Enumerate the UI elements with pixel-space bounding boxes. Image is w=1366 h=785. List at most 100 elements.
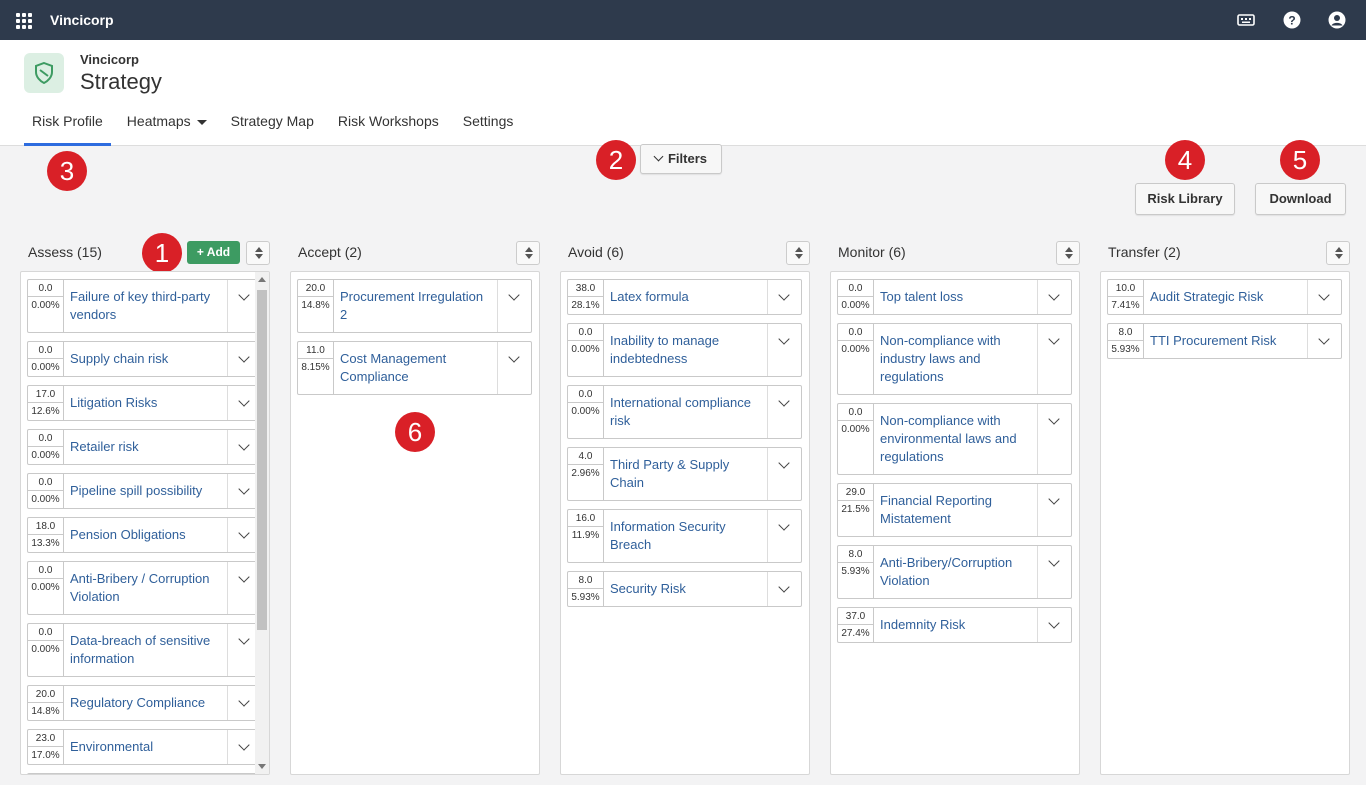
risk-name-link[interactable]: Anti-Bribery / Corruption Violation (64, 562, 228, 614)
risk-name-link[interactable]: Environmental (64, 730, 228, 764)
risk-name-link[interactable]: Pipeline spill possibility (64, 474, 228, 508)
risk-name-link[interactable]: Inability to manage indebtedness (604, 324, 768, 376)
risk-card[interactable]: 0.0 0.00% Non-compliance with environmenta… (837, 403, 1072, 475)
keyboard-icon[interactable] (1237, 11, 1255, 29)
tab-risk-profile[interactable]: Risk Profile (24, 106, 111, 146)
tab-strategy-map[interactable]: Strategy Map (223, 106, 322, 146)
apps-grid-icon[interactable] (16, 13, 32, 29)
sort-icon[interactable] (246, 241, 270, 265)
risk-name-link[interactable]: Retailer risk (64, 430, 228, 464)
risk-card[interactable]: 0.0 0.00% Supply chain risk (27, 341, 262, 377)
chevron-down-icon[interactable] (498, 280, 531, 332)
risk-card[interactable]: 0.0 0.00% Data-breach of sensitive informa… (27, 623, 262, 677)
risk-name-link[interactable]: Top talent loss (874, 280, 1038, 314)
chevron-down-icon[interactable] (768, 572, 801, 606)
risk-score: 20.0 14.8% (298, 280, 334, 332)
chevron-down-icon[interactable] (1038, 404, 1071, 474)
chevron-down-icon[interactable] (1038, 608, 1071, 642)
risk-name-link[interactable]: Regulatory Compliance (64, 686, 228, 720)
risk-card[interactable]: 10.0 7.41% Audit Strategic Risk (1107, 279, 1342, 315)
help-icon[interactable]: ? (1283, 11, 1301, 29)
tab-heatmaps[interactable]: Heatmaps (119, 106, 215, 146)
risk-card[interactable]: 38.0 28.1% Latex formula (567, 279, 802, 315)
chevron-down-icon[interactable] (768, 448, 801, 500)
risk-card[interactable]: 0.0 0.00% Top talent loss (837, 279, 1072, 315)
page-title: Strategy (80, 69, 162, 94)
risk-name-link[interactable]: Non-compliance with environmental laws a… (874, 404, 1038, 474)
risk-name-link[interactable]: Anti-Bribery/Corruption Violation (874, 546, 1038, 598)
scroll-up-icon[interactable] (258, 277, 266, 282)
chevron-down-icon[interactable] (1038, 484, 1071, 536)
chevron-down-icon[interactable] (1038, 324, 1071, 394)
sort-icon[interactable] (1326, 241, 1350, 265)
risk-card[interactable]: 8.0 5.93% Anti-Bribery/Corruption Violatio… (837, 545, 1072, 599)
risk-score: 17.0 12.6% (28, 386, 64, 420)
risk-card[interactable]: 21.0Legal Compliance (27, 773, 262, 775)
svg-text:?: ? (1288, 14, 1295, 28)
scroll-thumb[interactable] (257, 290, 267, 630)
risk-name-link[interactable]: Audit Strategic Risk (1144, 280, 1308, 314)
risk-name-link[interactable]: Financial Reporting Mistatement (874, 484, 1038, 536)
risk-name-link[interactable]: Failure of key third-party vendors (64, 280, 228, 332)
risk-card[interactable]: 0.0 0.00% Non-compliance with industry law… (837, 323, 1072, 395)
risk-card[interactable]: 20.0 14.8% Procurement Irregulation 2 (297, 279, 532, 333)
risk-card[interactable]: 0.0 0.00% International compliance risk (567, 385, 802, 439)
chevron-down-icon[interactable] (1308, 280, 1341, 314)
risk-name-link[interactable]: TTI Procurement Risk (1144, 324, 1308, 358)
risk-name-link[interactable]: Litigation Risks (64, 386, 228, 420)
risk-score-percent: 11.9% (571, 530, 600, 541)
risk-card[interactable]: 8.0 5.93% TTI Procurement Risk (1107, 323, 1342, 359)
risk-card[interactable]: 0.0 0.00% Failure of key third-party vendo… (27, 279, 262, 333)
risk-card[interactable]: 16.0 11.9% Information Security Breach (567, 509, 802, 563)
filters-button[interactable]: Filters (640, 144, 722, 174)
tab-risk-workshops[interactable]: Risk Workshops (330, 106, 447, 146)
account-icon[interactable] (1328, 11, 1346, 29)
risk-card[interactable]: 18.0 13.3% Pension Obligations (27, 517, 262, 553)
risk-name-link[interactable]: International compliance risk (604, 386, 768, 438)
chevron-down-icon[interactable] (1308, 324, 1341, 358)
risk-card[interactable]: 11.0 8.15% Cost Management Compliance (297, 341, 532, 395)
risk-name-link[interactable]: Procurement Irregulation 2 (334, 280, 498, 332)
risk-card[interactable]: 8.0 5.93% Security Risk (567, 571, 802, 607)
risk-card[interactable]: 20.0 14.8% Regulatory Compliance (27, 685, 262, 721)
risk-library-button[interactable]: Risk Library (1135, 183, 1235, 215)
sort-icon[interactable] (786, 241, 810, 265)
chevron-down-icon[interactable] (1038, 280, 1071, 314)
chevron-down-icon[interactable] (498, 342, 531, 394)
chevron-down-icon[interactable] (768, 386, 801, 438)
tab-settings[interactable]: Settings (455, 106, 522, 146)
chevron-down-icon[interactable] (1038, 546, 1071, 598)
risk-name-link[interactable]: Pension Obligations (64, 518, 228, 552)
risk-name-link[interactable]: Supply chain risk (64, 342, 228, 376)
risk-name-link[interactable]: Latex formula (604, 280, 768, 314)
sort-icon[interactable] (1056, 241, 1080, 265)
risk-card[interactable]: 29.0 21.5% Financial Reporting Mistatement (837, 483, 1072, 537)
risk-name-link[interactable]: Security Risk (604, 572, 768, 606)
risk-card[interactable]: 0.0 0.00% Anti-Bribery / Corruption Violat… (27, 561, 262, 615)
risk-card[interactable]: 4.0 2.96% Third Party & Supply Chain (567, 447, 802, 501)
risk-score-value: 0.0 (568, 324, 603, 341)
download-button[interactable]: Download (1255, 183, 1346, 215)
risk-score: 37.0 27.4% (838, 608, 874, 642)
risk-name-link[interactable]: Data-breach of sensitive information (64, 624, 228, 676)
add-risk-button[interactable]: + Add (187, 241, 240, 264)
chevron-down-icon[interactable] (768, 510, 801, 562)
risk-name-link[interactable]: Cost Management Compliance (334, 342, 498, 394)
risk-card[interactable]: 0.0 0.00% Pipeline spill possibility (27, 473, 262, 509)
chevron-down-icon[interactable] (768, 324, 801, 376)
risk-name-link[interactable]: Legal Compliance (64, 774, 228, 775)
risk-name-link[interactable]: Indemnity Risk (874, 608, 1038, 642)
risk-card[interactable]: 37.0 27.4% Indemnity Risk (837, 607, 1072, 643)
risk-card[interactable]: 23.0 17.0% Environmental (27, 729, 262, 765)
chevron-down-icon[interactable] (768, 280, 801, 314)
risk-name-link[interactable]: Non-compliance with industry laws and re… (874, 324, 1038, 394)
risk-name-link[interactable]: Information Security Breach (604, 510, 768, 562)
scroll-down-icon[interactable] (258, 764, 266, 769)
scrollbar[interactable] (255, 272, 269, 774)
chevron-down-icon[interactable] (228, 774, 261, 775)
risk-card[interactable]: 0.0 0.00% Retailer risk (27, 429, 262, 465)
risk-card[interactable]: 0.0 0.00% Inability to manage indebtedness (567, 323, 802, 377)
risk-name-link[interactable]: Third Party & Supply Chain (604, 448, 768, 500)
sort-icon[interactable] (516, 241, 540, 265)
risk-card[interactable]: 17.0 12.6% Litigation Risks (27, 385, 262, 421)
